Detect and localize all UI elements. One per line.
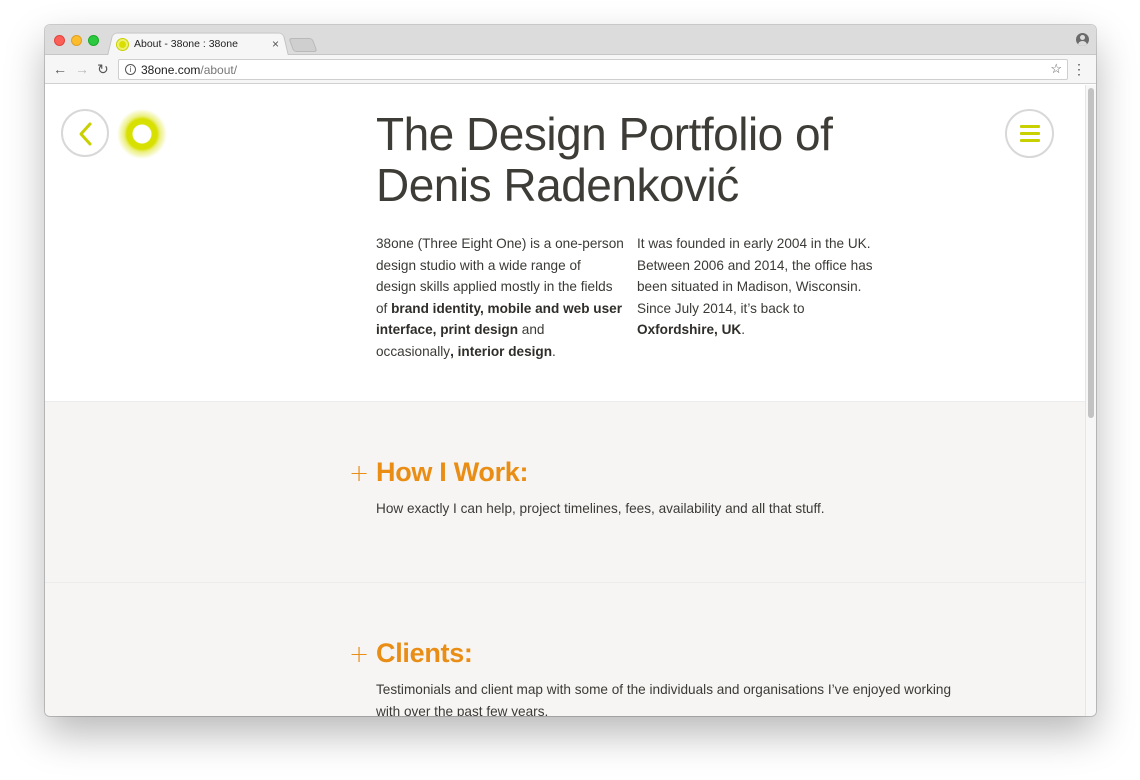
tab-title: About - 38one : 38one: [134, 38, 238, 50]
browser-menu-icon[interactable]: ⋮: [1072, 60, 1086, 78]
profile-icon[interactable]: [1076, 33, 1089, 46]
history-bold-location: Oxfordshire, UK: [637, 322, 742, 337]
intro-bold-interior: , interior design: [450, 343, 553, 359]
clients-description: Testimonials and client map with some of…: [376, 682, 952, 716]
page-title-line-1: The Design Portfolio of: [376, 108, 833, 160]
maximize-window-button[interactable]: [88, 35, 99, 46]
url-host: 38one.com: [141, 62, 201, 77]
page-title: The Design Portfolio of Denis Radenković: [376, 109, 896, 211]
scrollbar-thumb[interactable]: [1088, 88, 1094, 418]
expand-plus-icon[interactable]: +: [349, 461, 369, 485]
how-i-work-description: How exactly I can help, project timeline…: [376, 501, 825, 516]
how-i-work-section[interactable]: + How I Work: How exactly I can help, pr…: [45, 402, 1085, 583]
minimize-window-button[interactable]: [71, 35, 82, 46]
active-tab-content[interactable]: About - 38one : 38one ×: [113, 33, 285, 55]
forward-arrow-icon[interactable]: →: [75, 60, 89, 78]
site-info-icon[interactable]: i: [125, 64, 136, 75]
clients-section[interactable]: + Clients: Testimonials and client map w…: [45, 583, 1085, 716]
browser-window: About - 38one : 38one × ← → ↻ i 38one.co…: [45, 25, 1096, 716]
new-tab-button[interactable]: [288, 38, 318, 52]
page-title-line-2: Denis Radenković: [376, 159, 739, 211]
page-scrollbar[interactable]: [1085, 85, 1096, 716]
back-arrow-icon[interactable]: ←: [53, 60, 67, 78]
address-toolbar: ← → ↻ i 38one.com /about/ ☆ ⋮: [45, 55, 1096, 84]
address-bar[interactable]: i 38one.com /about/ ☆: [118, 59, 1068, 80]
url-path: /about/: [200, 62, 238, 77]
tab-bar: About - 38one : 38one ×: [45, 25, 1096, 56]
hamburger-icon-bar: [1020, 132, 1040, 135]
logo-dot-icon[interactable]: [117, 109, 167, 159]
menu-button[interactable]: [1005, 109, 1054, 158]
close-window-button[interactable]: [54, 35, 65, 46]
expand-plus-icon[interactable]: +: [349, 642, 369, 666]
back-button[interactable]: [61, 109, 109, 157]
bookmark-star-icon[interactable]: ☆: [1050, 61, 1062, 77]
intro-paragraph-left: 38one (Three Eight One) is a one-person …: [376, 233, 624, 362]
history-text-end: .: [741, 322, 746, 337]
history-text: It was founded in early 2004 in the UK. …: [637, 236, 873, 316]
hamburger-icon-bar: [1020, 125, 1040, 128]
intro-text-end: .: [552, 343, 556, 359]
hamburger-icon-bar: [1020, 139, 1040, 142]
page-viewport: The Design Portfolio of Denis Radenković…: [45, 85, 1085, 716]
clients-heading[interactable]: Clients:: [376, 637, 473, 669]
site-favicon-icon: [117, 38, 128, 50]
how-i-work-heading[interactable]: How I Work:: [376, 456, 529, 488]
tab-close-icon[interactable]: ×: [272, 37, 279, 51]
intro-bold-services: brand identity, mobile and web user inte…: [376, 300, 622, 338]
reload-icon[interactable]: ↻: [97, 60, 109, 78]
intro-paragraph-right: It was founded in early 2004 in the UK. …: [637, 233, 887, 341]
hero-section: The Design Portfolio of Denis Radenković…: [45, 85, 1085, 402]
chevron-left-icon: [79, 122, 92, 146]
